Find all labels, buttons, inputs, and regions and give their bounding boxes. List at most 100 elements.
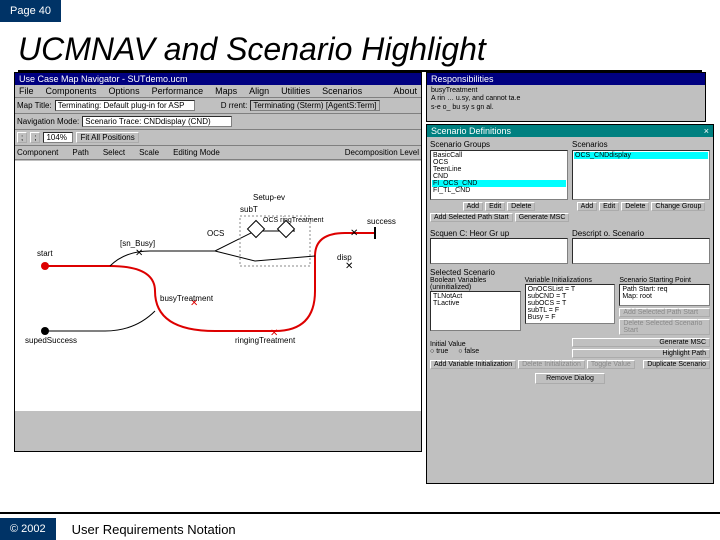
lbl-start: start bbox=[37, 249, 53, 258]
var-init-listbox[interactable]: OnOCSList = T subCND = T subOCS = T subT… bbox=[525, 284, 616, 324]
lbl-setup: Setup-ev bbox=[253, 193, 285, 202]
navigator-title: Use Case Map Navigator - SUTdemo.ucm bbox=[19, 74, 188, 84]
menu-components[interactable]: Components bbox=[44, 86, 99, 96]
nav-mode-field[interactable]: Scenario Trace: CNDdisplay (CND) bbox=[82, 116, 232, 127]
resp-title: Responsibilities bbox=[431, 74, 494, 84]
bool-vars-label: Boolean Variables (uninitialized) bbox=[430, 277, 521, 291]
group-edit-button[interactable]: Edit bbox=[485, 202, 505, 211]
menu-file[interactable]: File bbox=[17, 86, 36, 96]
var-item[interactable]: subTL = F bbox=[527, 307, 614, 314]
toolbar-row-4: Component Path Select Scale Editing Mode… bbox=[15, 146, 421, 160]
close-icon[interactable]: × bbox=[704, 126, 709, 136]
navigator-titlebar: Use Case Map Navigator - SUTdemo.ucm bbox=[15, 73, 421, 85]
footer-rule bbox=[0, 512, 720, 514]
svg-text:✕: ✕ bbox=[350, 228, 358, 239]
copyright: © 2002 bbox=[0, 518, 56, 540]
menu-options[interactable]: Options bbox=[107, 86, 142, 96]
lbl-ocs: OCS bbox=[207, 229, 224, 238]
footer: © 2002 User Requirements Notation bbox=[0, 518, 720, 540]
var-item[interactable]: OnOCSList = T bbox=[527, 286, 614, 293]
group-add-button[interactable]: Add bbox=[463, 202, 483, 211]
group-item[interactable]: TeenLine bbox=[432, 166, 566, 173]
lbl-ringing: ringingTreatment bbox=[235, 336, 295, 345]
group-item[interactable]: FI_TL_CND bbox=[432, 187, 566, 194]
toolbar-row-2: Navigation Mode: Scenario Trace: CNDdisp… bbox=[15, 114, 421, 130]
ss-listbox[interactable]: Path Start: req Map: root bbox=[619, 284, 710, 306]
var-init-label: Variable Initializations bbox=[525, 277, 616, 284]
current-label: D rrent: bbox=[221, 101, 248, 110]
scenarios-listbox[interactable]: OCS_CNDdisplay bbox=[572, 150, 710, 200]
scenario-item[interactable]: OCS_CNDdisplay bbox=[574, 152, 708, 159]
menu-utilities[interactable]: Utilities bbox=[279, 86, 312, 96]
mode-path[interactable]: Path bbox=[72, 148, 88, 157]
mode-component[interactable]: Component bbox=[17, 148, 58, 157]
var-item[interactable]: subOCS = T bbox=[527, 300, 614, 307]
menu-performance[interactable]: Performance bbox=[150, 86, 206, 96]
change-group-button[interactable]: Change Group bbox=[651, 202, 705, 211]
var-item[interactable]: Busy = F bbox=[527, 314, 614, 321]
groups-listbox[interactable]: BasicCall OCS TeenLine CND FI_OCS_CND FI… bbox=[430, 150, 568, 200]
bool-item[interactable]: TLactive bbox=[432, 300, 519, 307]
initial-value-label: Initial Value bbox=[430, 341, 568, 348]
gen-msc-button[interactable]: Generate MSC bbox=[515, 213, 570, 222]
page-badge: Page 40 bbox=[0, 0, 61, 22]
current-field: Terminating (Sterm) [AgentS:Term] bbox=[250, 100, 379, 111]
scenario-window: Scenario Definitions × Scenario Groups B… bbox=[426, 124, 714, 484]
dup-scen-button[interactable]: Duplicate Scenario bbox=[643, 360, 710, 369]
groups-label: Scenario Groups bbox=[430, 140, 568, 149]
zoom-field[interactable]: 104% bbox=[43, 132, 73, 143]
svg-text:✕: ✕ bbox=[345, 261, 353, 272]
var-item[interactable]: subCND = T bbox=[527, 293, 614, 300]
lbl-disp: disp bbox=[337, 253, 352, 262]
lbl-subt: subT bbox=[240, 205, 258, 214]
scen-title: Scenario Definitions bbox=[431, 126, 511, 136]
add-var-init-button[interactable]: Add Variable Initialization bbox=[430, 360, 516, 369]
navigator-window: Use Case Map Navigator - SUTdemo.ucm Fil… bbox=[14, 72, 422, 452]
group-item-selected[interactable]: FI_OCS_CND bbox=[432, 180, 566, 187]
menu-scenarios[interactable]: Scenarios bbox=[320, 86, 364, 96]
navigator-menubar[interactable]: File Components Options Performance Maps… bbox=[15, 85, 421, 98]
scen-desc-label: Descript o. Scenario bbox=[572, 229, 710, 238]
toolbar-row-1: Map Title: Terminating: Default plug-in … bbox=[15, 98, 421, 114]
ss-item[interactable]: Map: root bbox=[621, 293, 708, 300]
add-path-start-button[interactable]: Add Selected Path Start bbox=[430, 213, 513, 222]
scen-add-button[interactable]: Add bbox=[577, 202, 597, 211]
btn-semi2[interactable]: ; bbox=[30, 132, 40, 143]
mode-select[interactable]: Select bbox=[103, 148, 125, 157]
decomp-label: Decomposition Level bbox=[345, 148, 419, 157]
group-item[interactable]: BasicCall bbox=[432, 152, 566, 159]
ucm-canvas[interactable]: ✕ ✕ ✕ ✕ ✕ start supedSuccess [sn_Busy] b… bbox=[15, 161, 421, 411]
group-item[interactable]: CND bbox=[432, 173, 566, 180]
responsibilities-window: Responsibilities busyTreatment A rin … u… bbox=[426, 72, 706, 122]
del-scen-start-button[interactable]: Delete Selected Scenario Start bbox=[619, 319, 710, 335]
scen-delete-button[interactable]: Delete bbox=[621, 202, 649, 211]
scen-desc-area[interactable] bbox=[572, 238, 710, 264]
group-desc-area[interactable] bbox=[430, 238, 568, 264]
remove-dialog-button[interactable]: Remove Dialog bbox=[535, 373, 605, 384]
scen-edit-button[interactable]: Edit bbox=[599, 202, 619, 211]
highlight-path-button[interactable]: Highlight Path bbox=[572, 349, 710, 358]
add-path-start2-button[interactable]: Add Selected Path Start bbox=[619, 308, 710, 317]
gen-msc2-button[interactable]: Generate MSC bbox=[572, 338, 710, 347]
bool-item[interactable]: TLNotAct bbox=[432, 293, 519, 300]
bool-listbox[interactable]: TLNotAct TLactive bbox=[430, 291, 521, 331]
toolbar-row-3: ; ; 104% Fit All Positions bbox=[15, 130, 421, 146]
fit-button[interactable]: Fit All Positions bbox=[76, 132, 138, 143]
menu-maps[interactable]: Maps bbox=[213, 86, 239, 96]
menu-about[interactable]: About bbox=[391, 86, 419, 96]
radio-true[interactable]: ○ true bbox=[430, 348, 448, 355]
group-item[interactable]: OCS bbox=[432, 159, 566, 166]
lbl-cnd: OCS ringTreatment bbox=[263, 217, 323, 224]
slide-title: UCMNAV and Scenario Highlight bbox=[18, 31, 702, 72]
mode-scale[interactable]: Scale bbox=[139, 148, 159, 157]
toggle-value-button[interactable]: Toggle Value bbox=[587, 360, 635, 369]
ss-item[interactable]: Path Start: req bbox=[621, 286, 708, 293]
group-delete-button[interactable]: Delete bbox=[507, 202, 535, 211]
del-init-button[interactable]: Delete Initialization bbox=[518, 360, 585, 369]
map-title-field[interactable]: Terminating: Default plug-in for ASP bbox=[55, 100, 195, 111]
map-title-label: Map Title: bbox=[17, 101, 52, 110]
menu-align[interactable]: Align bbox=[247, 86, 271, 96]
group-desc-label: Scquen C: Heor Gr up bbox=[430, 229, 568, 238]
btn-semi1[interactable]: ; bbox=[17, 132, 27, 143]
radio-false[interactable]: ○ false bbox=[458, 348, 479, 355]
